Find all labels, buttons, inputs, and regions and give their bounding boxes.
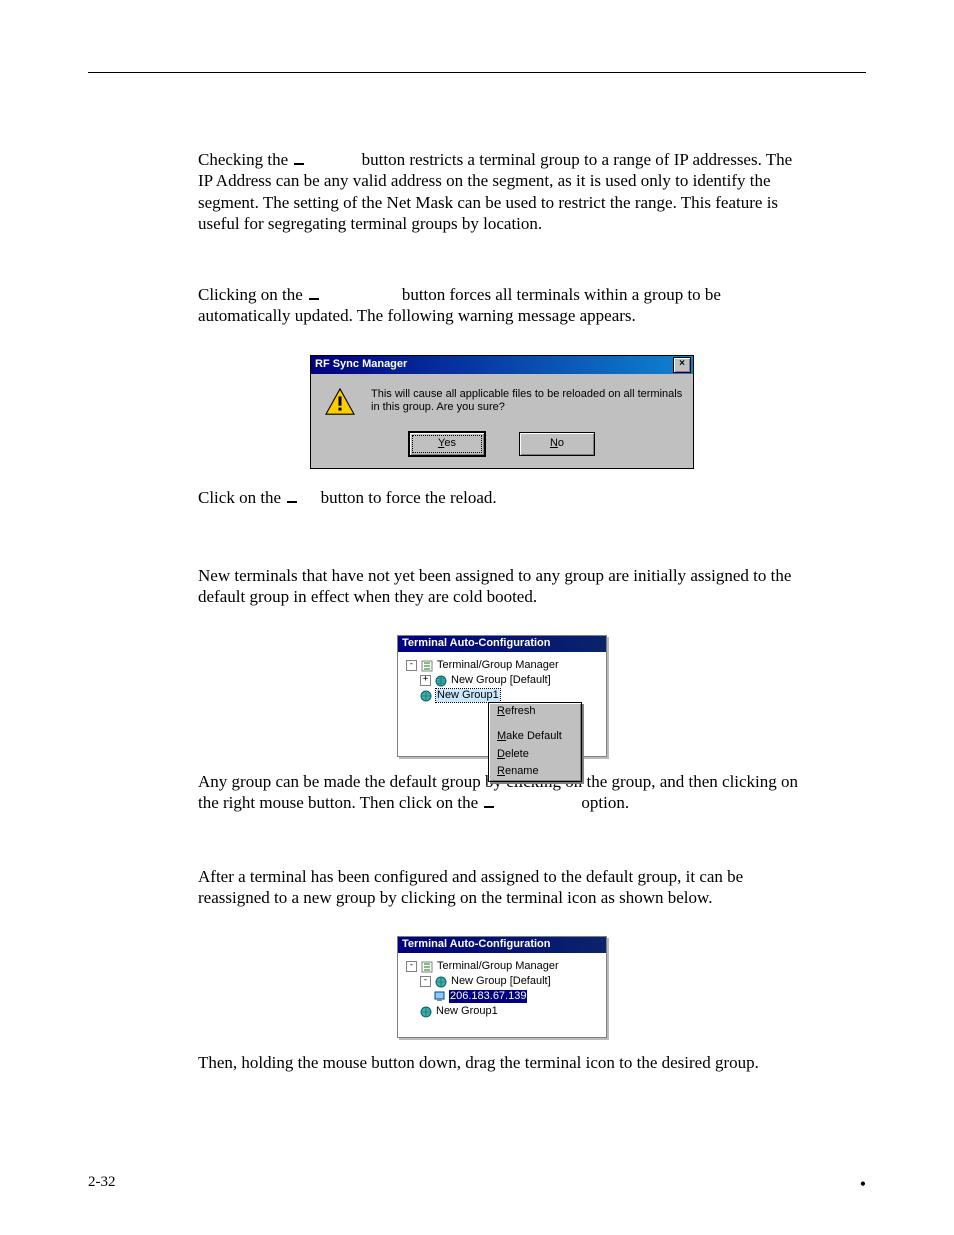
titlebar[interactable]: Terminal Auto-Configuration xyxy=(398,636,606,652)
footer-bullet: • xyxy=(860,1174,866,1195)
manager-icon xyxy=(421,961,433,973)
group-tree[interactable]: - Terminal/Group Manager - New Group [De… xyxy=(398,953,606,1037)
blank-slot xyxy=(287,491,297,503)
label-rest: o xyxy=(558,437,564,449)
collapse-icon[interactable]: - xyxy=(406,961,417,972)
paragraph-ip-mask: Checking the button restricts a terminal… xyxy=(198,149,806,234)
globe-icon xyxy=(420,690,432,702)
tree-root[interactable]: - Terminal/Group Manager xyxy=(406,658,602,673)
terminal-auto-config-dialog-menu: Terminal Auto-Configuration - Terminal/G… xyxy=(397,635,607,757)
text: button to force the reload. xyxy=(316,488,496,507)
close-icon: × xyxy=(679,358,685,369)
tree-label: Terminal/Group Manager xyxy=(437,960,559,974)
tree-terminal[interactable]: 206.183.67.139 xyxy=(434,989,602,1004)
blank-slot xyxy=(294,153,304,165)
dialog-title: RF Sync Manager xyxy=(315,358,673,372)
warning-icon xyxy=(325,388,359,421)
manager-icon xyxy=(421,660,433,672)
document-body: Checking the button restricts a terminal… xyxy=(198,149,806,1073)
tree-label-selected: New Group1 xyxy=(436,689,500,703)
mnemonic: N xyxy=(550,437,558,449)
dialog-message: This will cause all applicable files to … xyxy=(371,388,683,421)
blank-slot xyxy=(484,796,494,808)
text: Checking the xyxy=(198,150,292,169)
close-button[interactable]: × xyxy=(673,357,691,373)
tree-group-default[interactable]: - New Group [Default] xyxy=(420,974,602,989)
expand-icon[interactable]: + xyxy=(420,675,431,686)
paragraph-reassign: After a terminal has been configured and… xyxy=(198,866,806,909)
terminal-ip-selected: 206.183.67.139 xyxy=(449,990,527,1004)
menu-refresh[interactable]: Refresh xyxy=(489,703,581,721)
titlebar[interactable]: Terminal Auto-Configuration xyxy=(398,937,606,953)
label-rest: es xyxy=(444,437,456,449)
paragraph-drag: Then, holding the mouse button down, dra… xyxy=(198,1052,806,1073)
terminal-auto-config-dialog-tree: Terminal Auto-Configuration - Terminal/G… xyxy=(397,936,607,1038)
paragraph-default-group: New terminals that have not yet been ass… xyxy=(198,565,806,608)
paragraph-click-force: Click on the button to force the reload. xyxy=(198,487,806,508)
collapse-icon[interactable]: - xyxy=(406,660,417,671)
paragraph-force-update: Clicking on the button forces all termin… xyxy=(198,284,806,327)
page-footer: 2-32 • xyxy=(88,1174,866,1195)
titlebar[interactable]: RF Sync Manager × xyxy=(311,356,693,374)
text: Click on the xyxy=(198,488,285,507)
dialog-title: Terminal Auto-Configuration xyxy=(402,637,550,651)
collapse-icon[interactable]: - xyxy=(420,976,431,987)
menu-rename[interactable]: Rename xyxy=(489,763,581,781)
rf-sync-dialog: RF Sync Manager × This will cause all ap… xyxy=(310,355,694,470)
globe-icon xyxy=(435,675,447,687)
menu-make-default[interactable]: Make Default xyxy=(489,728,581,746)
page-number: 2-32 xyxy=(88,1174,116,1195)
tree-root[interactable]: - Terminal/Group Manager xyxy=(406,959,602,974)
tree-label: New Group [Default] xyxy=(451,975,551,989)
globe-icon xyxy=(420,1006,432,1018)
tree-label: New Group [Default] xyxy=(451,674,551,688)
globe-icon xyxy=(435,976,447,988)
menu-delete[interactable]: Delete xyxy=(489,746,581,764)
blank-slot xyxy=(309,288,319,300)
tree-label: New Group1 xyxy=(436,1005,498,1019)
terminal-icon xyxy=(434,991,445,1002)
yes-button[interactable]: Yes xyxy=(409,432,485,456)
text: option. xyxy=(577,793,629,812)
tree-group-selected[interactable]: New Group1 xyxy=(420,688,602,703)
tree-label: Terminal/Group Manager xyxy=(437,659,559,673)
menu-separator xyxy=(491,724,579,725)
group-tree[interactable]: - Terminal/Group Manager + New Group [De… xyxy=(398,652,606,756)
context-menu: Refresh Make Default Delete Rename xyxy=(488,702,582,782)
text: Clicking on the xyxy=(198,285,307,304)
no-button[interactable]: No xyxy=(519,432,595,456)
top-rule xyxy=(88,72,866,73)
tree-group-default[interactable]: + New Group [Default] xyxy=(420,673,602,688)
dialog-title: Terminal Auto-Configuration xyxy=(402,938,550,952)
tree-group-2[interactable]: New Group1 xyxy=(420,1004,602,1019)
